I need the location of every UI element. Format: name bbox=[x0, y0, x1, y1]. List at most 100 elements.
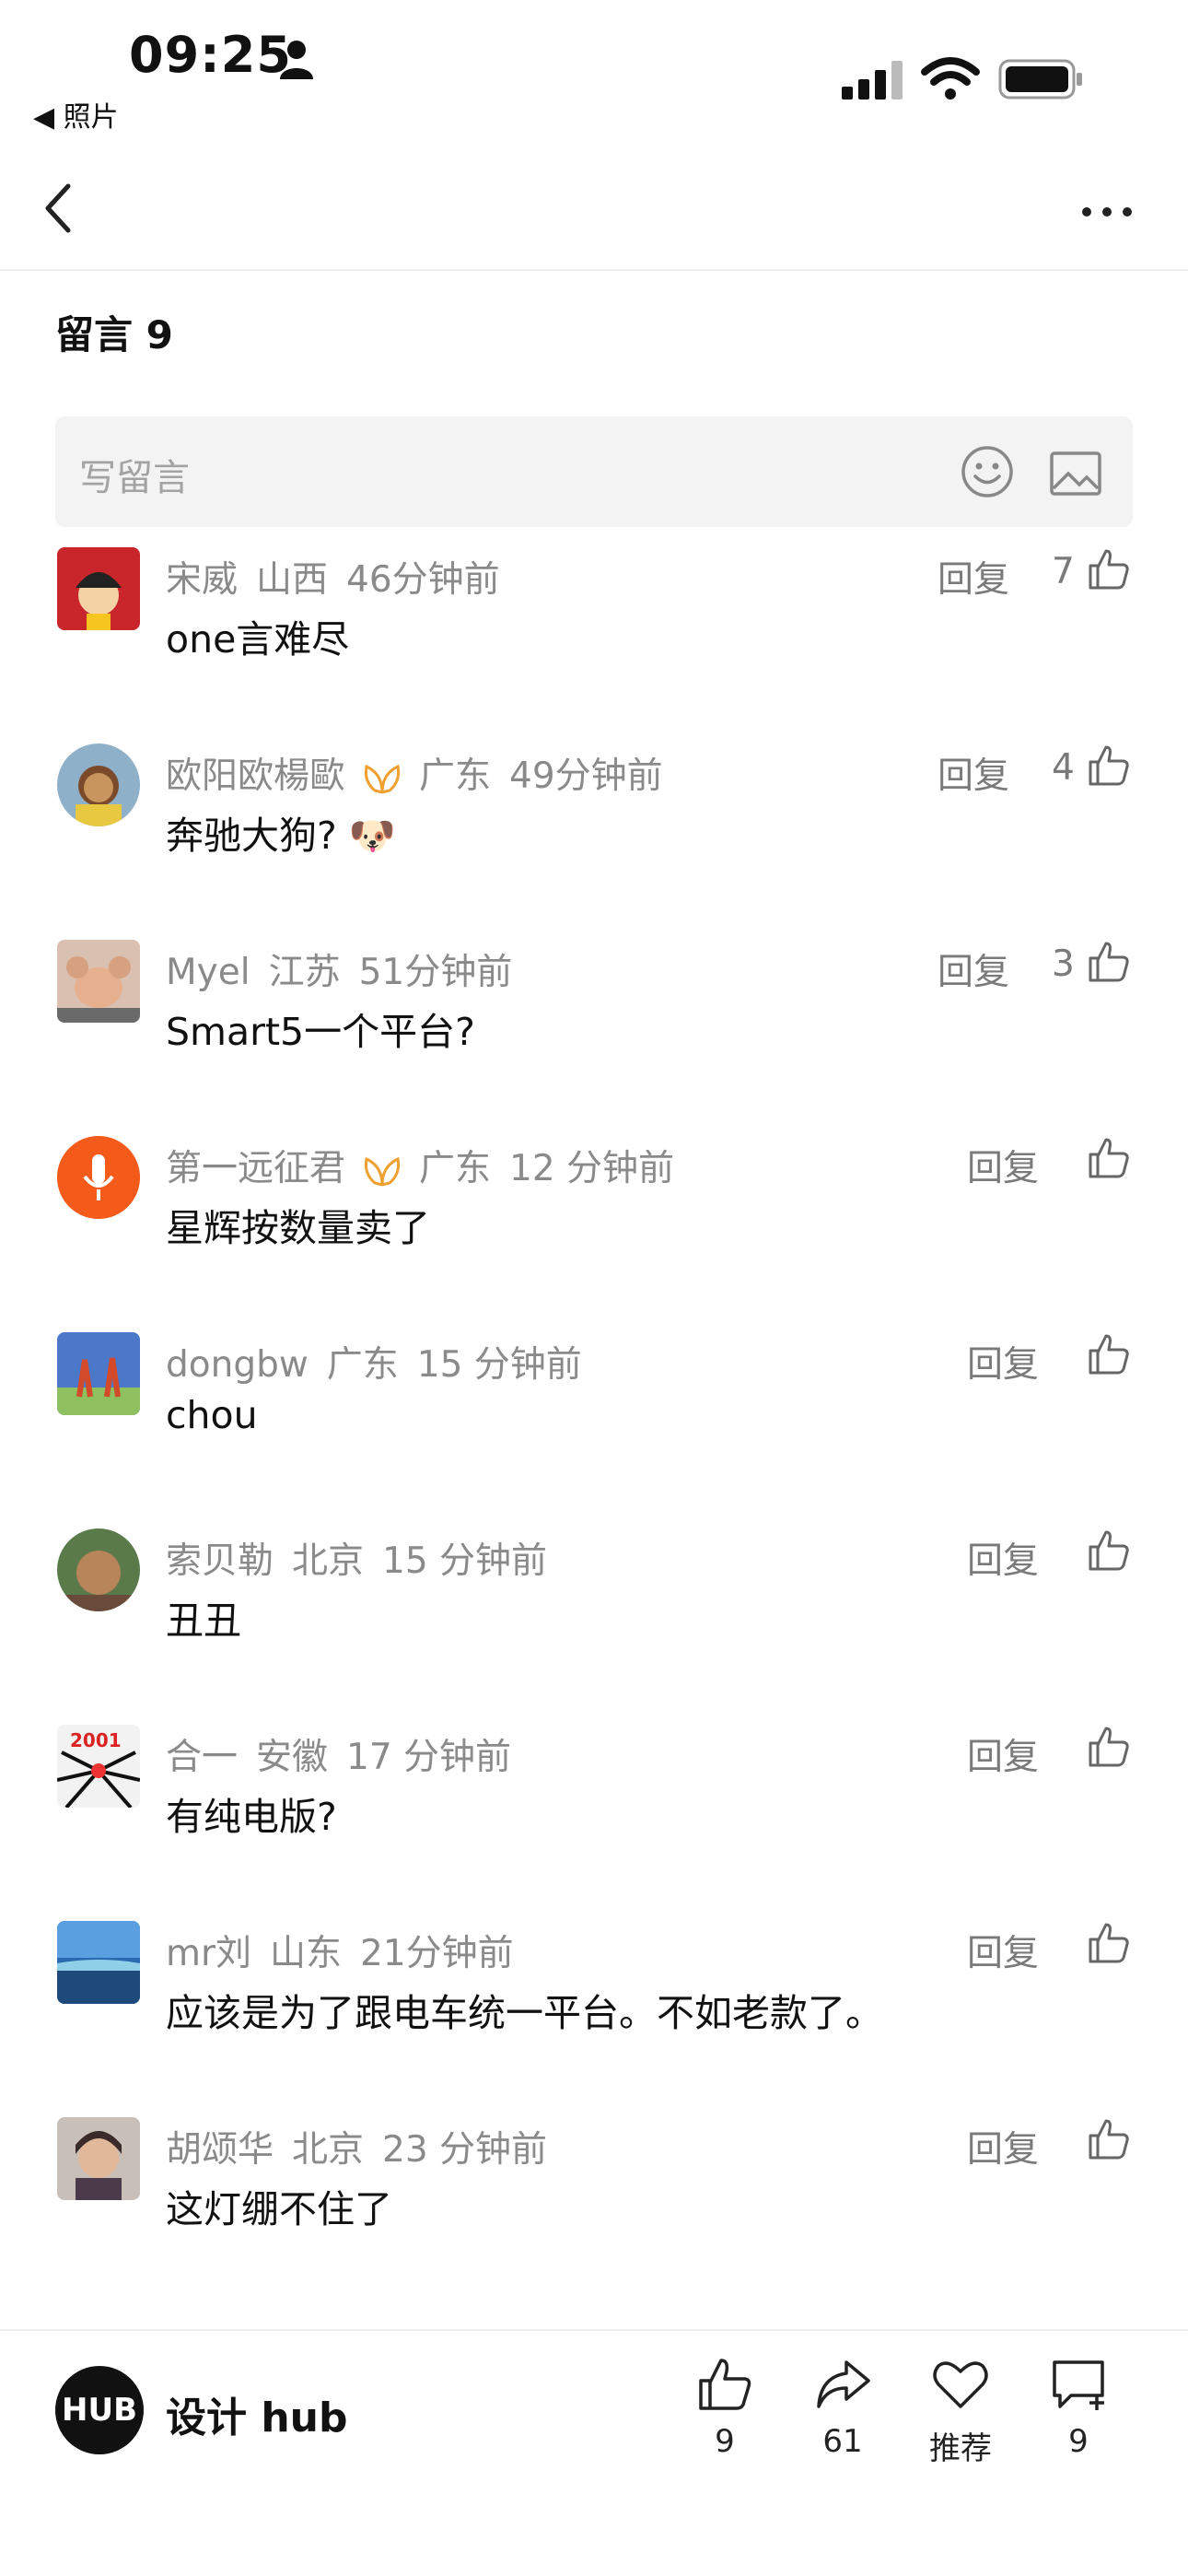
wifi-icon bbox=[921, 57, 980, 100]
comment-username[interactable]: 欧阳欧楊歐 bbox=[166, 755, 345, 797]
comment-meta: 索贝勒 北京 15 分钟前 bbox=[166, 1532, 565, 1584]
user-avatar[interactable] bbox=[57, 1136, 140, 1219]
comment-username[interactable]: mr刘 bbox=[166, 1933, 251, 1974]
comment-meta: 第一远征君 广东 12 分钟前 bbox=[166, 1140, 693, 1191]
comment-time: 21分钟前 bbox=[360, 1933, 514, 1974]
comment-region: 广东 bbox=[326, 1344, 399, 1386]
reply-button[interactable]: 回复 bbox=[938, 747, 1009, 799]
comment-text: 这灯绷不住了 bbox=[166, 2187, 392, 2231]
comment-time: 46分钟前 bbox=[346, 559, 500, 601]
comment-username[interactable]: 宋威 bbox=[166, 559, 238, 601]
like-article-button[interactable]: 9 bbox=[674, 2355, 775, 2460]
emoji-icon[interactable] bbox=[960, 444, 1015, 499]
user-avatar[interactable]: 2001 bbox=[57, 1725, 140, 1808]
user-avatar[interactable] bbox=[57, 1332, 140, 1415]
comment-username[interactable]: 合一 bbox=[166, 1737, 238, 1778]
recommend-button[interactable]: 推荐 bbox=[910, 2355, 1011, 2468]
user-avatar[interactable] bbox=[57, 744, 140, 826]
thumbs-up-icon[interactable] bbox=[1087, 1136, 1131, 1180]
more-options-icon[interactable] bbox=[1079, 193, 1135, 230]
user-avatar[interactable] bbox=[57, 1528, 140, 1611]
comment-region: 广东 bbox=[419, 755, 492, 797]
comment-text: 应该是为了跟电车统一平台。不如老款了。 bbox=[166, 1991, 883, 2035]
comments-title: 留言 9 bbox=[55, 312, 173, 357]
heart-icon bbox=[933, 2361, 988, 2408]
comment-row: 2001 合一 安徽 17 分钟前有纯电版? 回复 bbox=[0, 1725, 1188, 1909]
comment-region: 山东 bbox=[270, 1933, 343, 1974]
comment-text: Smart5一个平台? bbox=[166, 1010, 475, 1054]
comment-meta: Myel 江苏 51分钟前 bbox=[166, 943, 530, 995]
image-icon[interactable] bbox=[1050, 451, 1101, 496]
share-button[interactable]: 61 bbox=[792, 2355, 893, 2460]
comment-text: one言难尽 bbox=[166, 617, 350, 662]
comment-meta: dongbw 广东 15 分钟前 bbox=[166, 1336, 600, 1388]
comment-count: 9 bbox=[1068, 2423, 1089, 2460]
comment-region: 江苏 bbox=[268, 952, 341, 993]
reply-button[interactable]: 回复 bbox=[938, 551, 1009, 603]
comment-add-icon bbox=[1053, 2360, 1104, 2410]
write-comment-button[interactable]: 9 bbox=[1028, 2355, 1129, 2460]
nav-divider bbox=[0, 269, 1188, 271]
comment-username[interactable]: 胡颂华 bbox=[166, 2129, 274, 2171]
reply-button[interactable]: 回复 bbox=[967, 1336, 1039, 1388]
comment-input-placeholder[interactable]: 写留言 bbox=[79, 448, 190, 501]
reply-button[interactable]: 回复 bbox=[967, 1728, 1039, 1780]
svg-text:2001: 2001 bbox=[70, 1729, 122, 1751]
comment-row: 索贝勒 北京 15 分钟前 丑丑 回复 bbox=[0, 1528, 1188, 1713]
comment-row: 欧阳欧楊歐 广东 49分钟前 奔驰大狗? 🐶 回复 4 bbox=[0, 744, 1188, 928]
comment-time: 49分钟前 bbox=[509, 755, 663, 797]
account-avatar[interactable]: HUB bbox=[55, 2366, 144, 2454]
comment-region: 广东 bbox=[419, 1148, 492, 1189]
thumbs-up-icon[interactable] bbox=[1087, 1725, 1131, 1769]
comment-meta: 合一 安徽 17 分钟前 bbox=[166, 1728, 530, 1780]
comment-text: 星辉按数量卖了 bbox=[166, 1206, 430, 1250]
reply-button[interactable]: 回复 bbox=[938, 943, 1009, 995]
like-count: 9 bbox=[715, 2423, 735, 2460]
comment-row: 宋威 山西 46分钟前 one言难尽 回复 7 bbox=[0, 547, 1188, 732]
reply-button[interactable]: 回复 bbox=[967, 2121, 1039, 2172]
comment-username[interactable]: 第一远征君 bbox=[166, 1148, 345, 1189]
user-avatar[interactable] bbox=[57, 940, 140, 1023]
bottom-divider bbox=[0, 2329, 1188, 2331]
thumbs-up-icon[interactable] bbox=[1087, 2117, 1131, 2161]
comment-meta: mr刘 山东 21分钟前 bbox=[166, 1925, 532, 1976]
vip-badge-icon bbox=[364, 1156, 401, 1187]
back-to-photos-link[interactable]: ◀ 照片 bbox=[33, 94, 119, 135]
comment-region: 北京 bbox=[292, 1540, 365, 1582]
share-icon bbox=[817, 2360, 870, 2408]
comment-username[interactable]: Myel bbox=[166, 952, 250, 993]
comment-text: chou bbox=[166, 1393, 258, 1437]
comment-row: dongbw 广东 15 分钟前 chou 回复 bbox=[0, 1332, 1188, 1516]
comment-username[interactable]: dongbw bbox=[166, 1344, 309, 1386]
cellular-signal-icon bbox=[842, 61, 903, 100]
thumbs-up-icon[interactable] bbox=[1087, 1921, 1131, 1965]
reply-button[interactable]: 回复 bbox=[967, 1532, 1039, 1584]
user-avatar[interactable] bbox=[57, 547, 140, 630]
comment-row: 胡颂华 北京 23 分钟前这灯绷不住了 回复 bbox=[0, 2117, 1188, 2301]
thumbs-up-icon[interactable] bbox=[1087, 547, 1131, 591]
comment-row: mr刘 山东 21分钟前应该是为了跟电车统一平台。不如老款了。 回复 bbox=[0, 1921, 1188, 2105]
back-arrow-icon[interactable] bbox=[41, 181, 77, 236]
comment-row: 第一远征君 广东 12 分钟前 星辉按数量卖了 回复 bbox=[0, 1136, 1188, 1320]
thumbs-up-icon[interactable] bbox=[1087, 1332, 1131, 1376]
status-time: 09:25 bbox=[129, 26, 292, 84]
comment-meta: 宋威 山西 46分钟前 bbox=[166, 551, 518, 603]
comment-time: 23 分钟前 bbox=[382, 2129, 548, 2171]
user-avatar[interactable] bbox=[57, 1921, 140, 2004]
comment-region: 北京 bbox=[292, 2129, 365, 2171]
thumbs-up-icon[interactable] bbox=[1087, 744, 1131, 788]
thumbs-up-icon[interactable] bbox=[1087, 940, 1131, 984]
comment-like-count: 4 bbox=[1052, 747, 1075, 789]
reply-button[interactable]: 回复 bbox=[967, 1925, 1039, 1976]
reply-button[interactable]: 回复 bbox=[967, 1140, 1039, 1191]
vip-badge-icon bbox=[364, 764, 401, 794]
comment-time: 17 分钟前 bbox=[346, 1737, 512, 1778]
comment-username[interactable]: 索贝勒 bbox=[166, 1540, 274, 1582]
account-name[interactable]: 设计 hub bbox=[166, 2384, 347, 2443]
user-avatar[interactable] bbox=[57, 2117, 140, 2200]
comment-text: 有纯电版? bbox=[166, 1795, 337, 1839]
comment-time: 15 分钟前 bbox=[416, 1344, 582, 1386]
comment-time: 15 分钟前 bbox=[382, 1540, 548, 1582]
thumbs-up-icon[interactable] bbox=[1087, 1528, 1131, 1573]
share-count: 61 bbox=[822, 2423, 863, 2460]
